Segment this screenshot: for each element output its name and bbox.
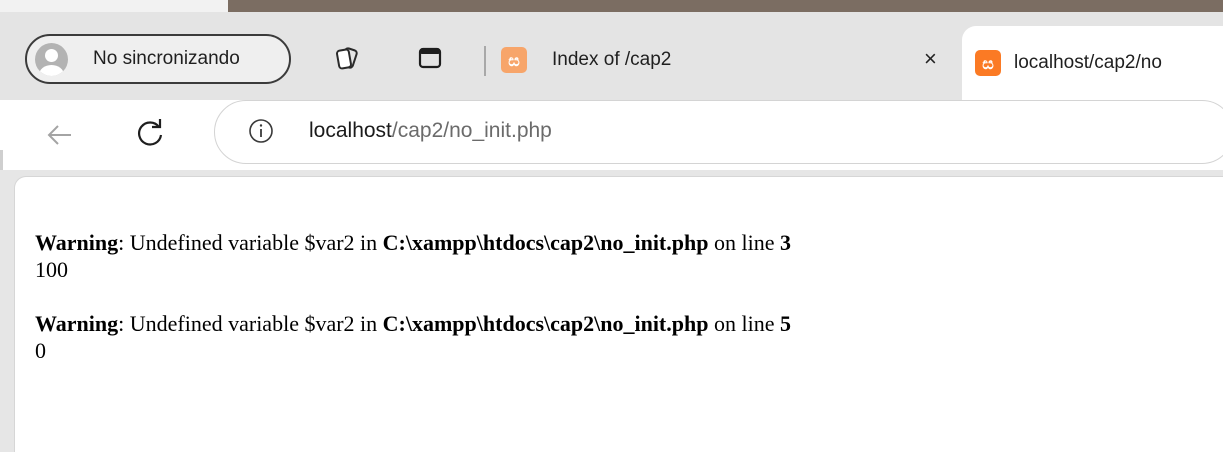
workspaces-icon xyxy=(336,47,358,70)
warning-file: C:\xampp\htdocs\cap2\no_init.php xyxy=(382,230,709,255)
window-top-accent xyxy=(228,0,1223,12)
profile-button[interactable]: No sincronizando xyxy=(25,34,291,84)
avatar-icon xyxy=(35,43,68,76)
url-path: /cap2/no_init.php xyxy=(391,119,552,142)
tab-strip: No sincronizando ස Index of /cap2 × ස lo… xyxy=(0,12,1223,106)
tab-localhost-no-init[interactable]: ස localhost/cap2/no xyxy=(962,26,1223,106)
navigation-toolbar: localhost/cap2/no_init.php xyxy=(0,100,1223,170)
info-icon xyxy=(249,119,273,143)
profile-label: No sincronizando xyxy=(93,48,240,69)
xampp-favicon-icon: ස xyxy=(975,50,1001,76)
back-button[interactable] xyxy=(40,115,80,155)
reload-button[interactable] xyxy=(130,112,170,152)
warning-message: : Undefined variable $var2 in xyxy=(118,230,383,255)
reload-icon xyxy=(138,119,163,146)
warning-label: Warning xyxy=(35,311,119,336)
close-tab-button[interactable]: × xyxy=(924,46,937,72)
svg-text:ස: ස xyxy=(508,51,520,70)
warning-line-text: on line xyxy=(708,311,780,336)
tab-actions-button[interactable] xyxy=(413,41,447,75)
tab-divider xyxy=(484,46,486,76)
xampp-favicon-icon: ස xyxy=(501,47,527,73)
warning-line-1: Warning: Undefined variable $var2 in C:\… xyxy=(35,229,791,256)
tab-title: localhost/cap2/no xyxy=(1014,52,1162,73)
window-top-light-segment xyxy=(0,0,228,12)
browser-window: No sincronizando ස Index of /cap2 × ස lo… xyxy=(0,0,1223,452)
url-host: localhost xyxy=(309,119,392,142)
warning-message: : Undefined variable $var2 in xyxy=(118,311,383,336)
page-content: Warning: Undefined variable $var2 in C:\… xyxy=(14,176,1223,452)
arrow-left-icon xyxy=(47,125,71,145)
avatar-body xyxy=(39,65,64,76)
warning-line-2: Warning: Undefined variable $var2 in C:\… xyxy=(35,310,791,337)
output-value-2: 0 xyxy=(35,338,46,363)
tab-actions-icon xyxy=(418,47,442,69)
warning-line-text: on line xyxy=(708,230,780,255)
svg-text:ස: ස xyxy=(982,54,994,73)
warning-file: C:\xampp\htdocs\cap2\no_init.php xyxy=(382,311,709,336)
tab-index-of-cap2[interactable]: ස Index of /cap2 × xyxy=(492,32,954,88)
site-info-button[interactable] xyxy=(246,116,276,146)
address-bar[interactable]: localhost/cap2/no_init.php xyxy=(214,100,1223,164)
window-top-edge xyxy=(0,0,1223,12)
warning-line-number: 5 xyxy=(779,311,791,336)
tab-title: Index of /cap2 xyxy=(552,49,672,70)
workspaces-button[interactable] xyxy=(330,41,364,75)
warning-label: Warning xyxy=(35,230,119,255)
output-value-1: 100 xyxy=(35,257,68,282)
url-text: localhost/cap2/no_init.php xyxy=(309,119,552,143)
warning-line-number: 3 xyxy=(779,230,791,255)
avatar-head xyxy=(45,49,58,62)
php-output: Warning: Undefined variable $var2 in C:\… xyxy=(35,229,791,364)
content-shell: Warning: Undefined variable $var2 in C:\… xyxy=(0,170,1223,452)
